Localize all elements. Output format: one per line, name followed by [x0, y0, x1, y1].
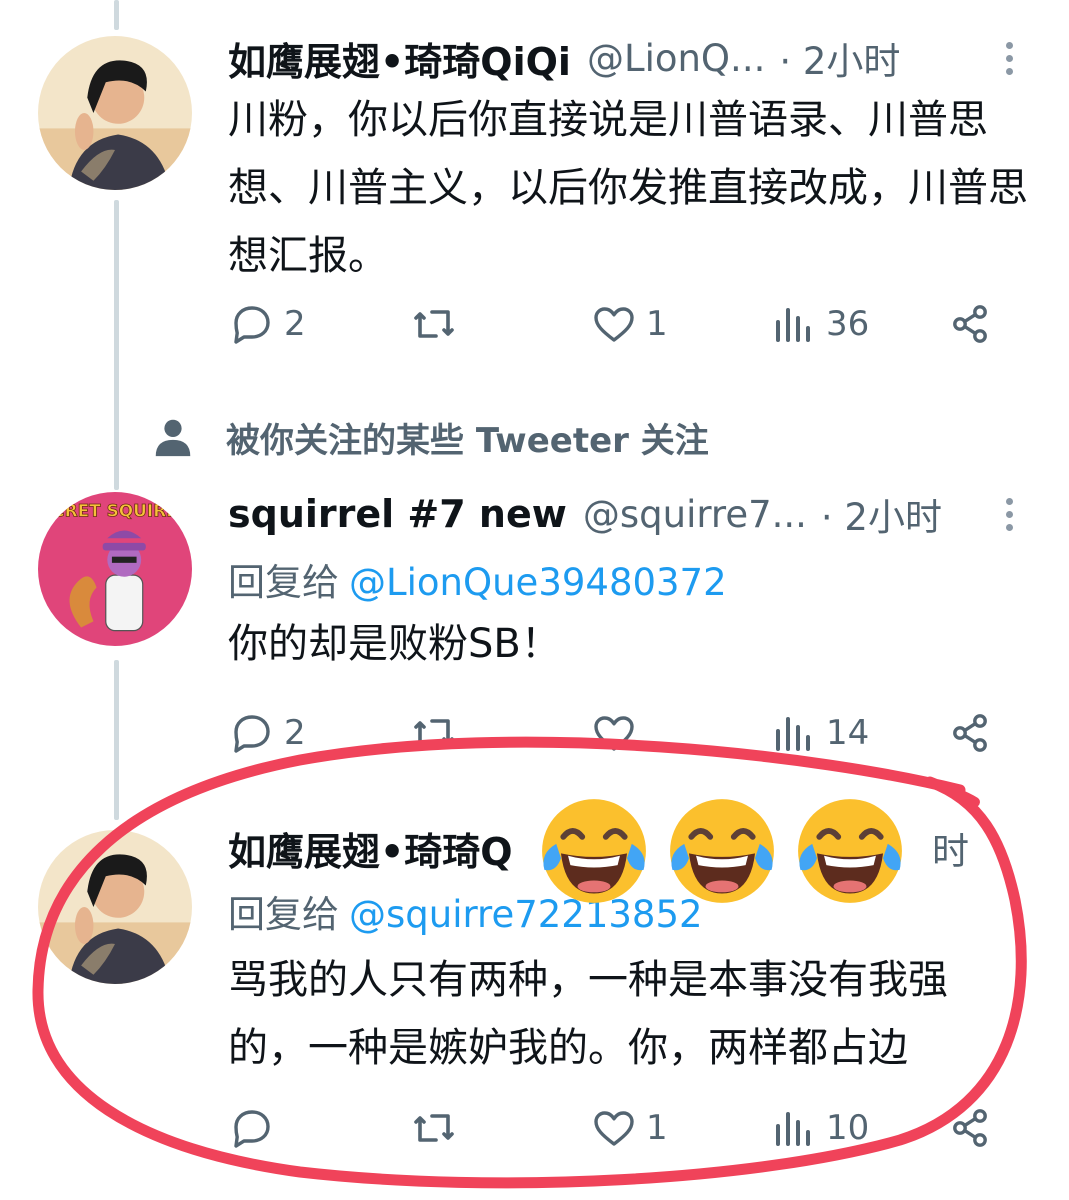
- author-handle[interactable]: @squirre7...: [583, 493, 807, 536]
- tweet-time[interactable]: 时: [932, 821, 969, 875]
- avatar[interactable]: [38, 36, 192, 190]
- thread-line-top: [114, 0, 119, 30]
- share-button[interactable]: [946, 1098, 994, 1158]
- view-count: 14: [826, 713, 870, 753]
- author-name[interactable]: 如鹰展翅•琦琦Q: [228, 821, 513, 876]
- views-bar-chart-icon: [776, 308, 810, 342]
- person-icon: [155, 419, 191, 457]
- like-button[interactable]: 1: [590, 294, 668, 354]
- tweet-actions: 1 10: [0, 1098, 1069, 1158]
- views-bar-chart-icon: [776, 1112, 810, 1146]
- social-context-label: 被你关注的某些 Tweeter 关注: [226, 420, 709, 461]
- view-count: 10: [826, 1108, 870, 1148]
- share-button[interactable]: [946, 294, 994, 354]
- reply-button[interactable]: [228, 1098, 284, 1158]
- avatar[interactable]: [38, 830, 192, 984]
- reply-mention-link[interactable]: @LionQue39480372: [349, 561, 727, 604]
- retweet-icon: [414, 1114, 454, 1142]
- tears-of-joy-emoji-icon: [798, 799, 902, 903]
- heart-icon: [594, 1111, 634, 1146]
- views-button[interactable]: 36: [770, 294, 869, 354]
- reply-button[interactable]: 2: [228, 703, 306, 763]
- tweet-text: 你的却是败粉SB！: [228, 621, 561, 667]
- retweet-button[interactable]: [410, 703, 466, 763]
- reply-icon: [234, 1110, 270, 1148]
- share-icon: [953, 714, 987, 752]
- author-name[interactable]: 如鹰展翅•琦琦QiQi: [228, 31, 571, 86]
- reply-to-line: 回复给 @LionQue39480372: [228, 552, 727, 606]
- tweet-header: 如鹰展翅•琦琦QiQi @LionQ... · 2小时: [228, 28, 900, 88]
- author-name[interactable]: squirrel #7 new: [228, 492, 567, 536]
- tweet-time[interactable]: · 2小时: [821, 487, 942, 541]
- woman-portrait-icon: [38, 830, 192, 984]
- views-bar-chart-icon: [776, 717, 810, 751]
- tweet-text: 川粉，你以后你直接说是川普语录、川普思想、川普主义，以后你发推直接改成，川普思想…: [228, 97, 1028, 279]
- like-count: 1: [646, 1108, 668, 1148]
- share-icon: [953, 305, 987, 343]
- tweet-actions: 2 14: [0, 703, 1069, 763]
- author-handle[interactable]: @LionQ...: [587, 37, 765, 80]
- more-options-icon[interactable]: [999, 28, 1019, 88]
- like-count: 1: [646, 304, 668, 344]
- secret-text: SECRET SQUIRREL: [38, 501, 192, 521]
- reply-count: 2: [284, 304, 306, 344]
- views-button[interactable]: 14: [770, 703, 869, 763]
- tweet-text: 骂我的人只有两种，一种是本事没有我强的，一种是嫉妒我的。你，两样都占边: [228, 957, 948, 1071]
- social-context: 被你关注的某些 Tweeter 关注: [150, 405, 709, 469]
- tweet-time[interactable]: · 2小时: [779, 31, 900, 85]
- reply-to-prefix: 回复给: [228, 893, 339, 936]
- heart-icon: [594, 307, 634, 342]
- reply-button[interactable]: 2: [228, 294, 306, 354]
- tears-of-joy-emoji-icon: [542, 799, 646, 903]
- woman-portrait-icon: [38, 36, 192, 190]
- tweet-header: squirrel #7 new @squirre7... · 2小时: [228, 484, 942, 544]
- tweet-actions: 2 1 36: [0, 294, 1069, 354]
- retweet-button[interactable]: [410, 294, 466, 354]
- reply-icon: [234, 306, 270, 344]
- retweet-icon: [414, 310, 454, 338]
- reply-count: 2: [284, 713, 306, 753]
- like-button[interactable]: [590, 703, 646, 763]
- like-button[interactable]: 1: [590, 1098, 668, 1158]
- avatar[interactable]: SECRET SQUIRREL: [38, 492, 192, 646]
- reply-icon: [234, 715, 270, 753]
- heart-icon: [594, 716, 634, 751]
- view-count: 36: [826, 304, 870, 344]
- secret-squirrel-icon: SECRET SQUIRREL: [38, 492, 192, 646]
- more-options-icon[interactable]: [999, 484, 1019, 544]
- views-button[interactable]: 10: [770, 1098, 869, 1158]
- emoji-overlay: [535, 792, 909, 910]
- retweet-button[interactable]: [410, 1098, 466, 1158]
- share-button[interactable]: [946, 703, 994, 763]
- retweet-icon: [414, 719, 454, 747]
- share-icon: [953, 1109, 987, 1147]
- tears-of-joy-emoji-icon: [670, 799, 774, 903]
- reply-to-prefix: 回复给: [228, 561, 339, 604]
